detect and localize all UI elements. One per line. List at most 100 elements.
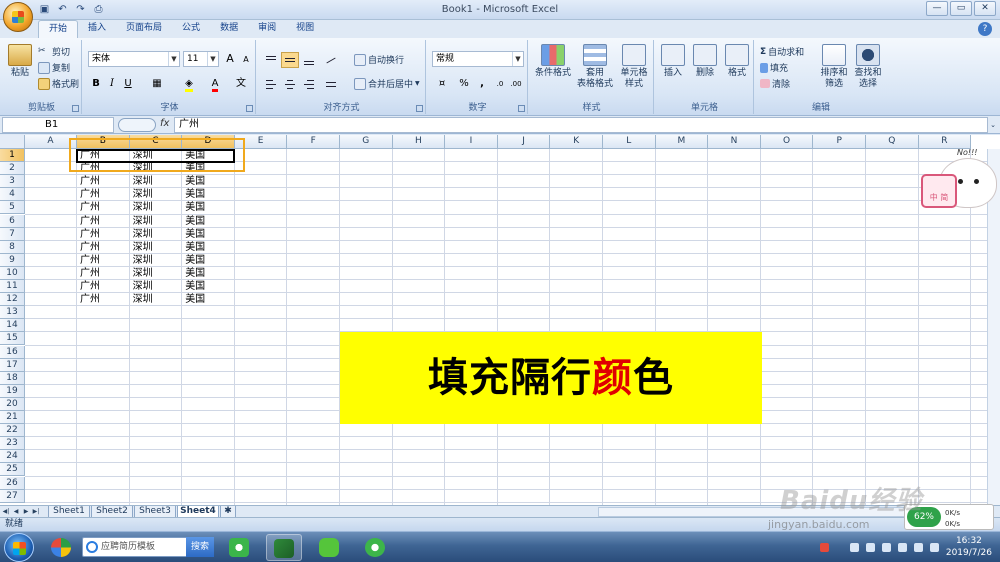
comma-button[interactable]: , (474, 76, 490, 92)
column-header-r[interactable]: R (918, 135, 972, 149)
taskbar-app-browser-2[interactable] (358, 534, 394, 561)
cell-styles-button[interactable]: 单元格 样式 (616, 44, 652, 90)
number-launcher-icon[interactable] (518, 105, 525, 112)
decrease-decimal-icon[interactable]: .00 (508, 76, 524, 92)
cell[interactable]: 美国 (182, 241, 234, 254)
help-icon[interactable]: ? (978, 22, 992, 36)
tab-page-layout[interactable]: 页面布局 (116, 20, 172, 38)
cell[interactable]: 深圳 (130, 188, 182, 201)
paste-button[interactable]: 粘贴 (6, 44, 34, 79)
wrap-text-button[interactable]: 自动换行 (354, 52, 404, 67)
taskbar-app-360[interactable] (222, 534, 258, 561)
row-header[interactable]: 17 (0, 358, 25, 372)
copy-button[interactable]: 复制 (38, 60, 70, 75)
sogou-icon[interactable] (820, 543, 829, 552)
minimize-button[interactable]: — (926, 1, 948, 16)
cell[interactable]: 广州 (77, 280, 129, 293)
first-sheet-icon[interactable]: ◀| (2, 507, 10, 517)
column-header-j[interactable]: J (497, 135, 551, 149)
row-header[interactable]: 25 (0, 463, 25, 477)
cell[interactable]: 广州 (77, 201, 129, 214)
row-header[interactable]: 18 (0, 371, 25, 385)
tab-view[interactable]: 视图 (286, 20, 324, 38)
volume-icon[interactable] (930, 543, 939, 552)
increase-decimal-icon[interactable]: .0 (492, 76, 508, 92)
row-header[interactable]: 27 (0, 489, 25, 503)
cell[interactable]: 深圳 (130, 228, 182, 241)
row-header[interactable]: 23 (0, 437, 25, 451)
column-header-i[interactable]: I (445, 135, 498, 149)
column-header-h[interactable]: H (392, 135, 446, 149)
row-header[interactable]: 9 (0, 253, 25, 267)
align-left-icon[interactable] (262, 76, 280, 92)
cell[interactable]: 广州 (77, 175, 129, 188)
underline-button[interactable]: U (120, 76, 136, 92)
network-icon[interactable] (914, 543, 923, 552)
row-header[interactable]: 19 (0, 384, 25, 398)
currency-button[interactable]: ¤ (432, 76, 452, 92)
name-box[interactable]: B1 (2, 117, 114, 133)
font-name-select[interactable]: 宋体 ▼ (88, 51, 180, 67)
cell[interactable]: 广州 (77, 228, 129, 241)
sort-filter-button[interactable]: 排序和 筛选 (818, 44, 850, 90)
search-button[interactable]: 搜索 (186, 537, 214, 557)
start-button[interactable] (4, 533, 34, 562)
conditional-format-button[interactable]: 条件格式 (532, 44, 574, 79)
last-sheet-icon[interactable]: ▶| (32, 507, 40, 517)
expand-formula-bar-icon[interactable]: ⌄ (988, 118, 998, 132)
row-header[interactable]: 10 (0, 266, 25, 280)
clipboard-launcher-icon[interactable] (72, 105, 79, 112)
taskbar-app-excel[interactable] (266, 534, 302, 561)
align-bottom-icon[interactable] (300, 52, 318, 68)
row-header[interactable]: 2 (0, 162, 25, 176)
merge-center-button[interactable]: 合并后居中 ▼ (354, 76, 420, 91)
tray-icon[interactable] (866, 543, 875, 552)
row-header[interactable]: 26 (0, 476, 25, 490)
align-middle-icon[interactable] (281, 52, 299, 68)
tray-icon[interactable] (898, 543, 907, 552)
cell[interactable]: 美国 (182, 175, 234, 188)
row-header[interactable]: 22 (0, 424, 25, 438)
format-as-table-button[interactable]: 套用 表格格式 (574, 44, 616, 90)
taskbar-app-browser[interactable] (44, 534, 80, 561)
row-header[interactable]: 15 (0, 332, 25, 346)
find-select-button[interactable]: 查找和 选择 (852, 44, 884, 90)
column-header-m[interactable]: M (655, 135, 709, 149)
font-launcher-icon[interactable] (246, 105, 253, 112)
row-header[interactable]: 24 (0, 450, 25, 464)
next-sheet-icon[interactable]: ▶ (22, 507, 30, 517)
align-right-icon[interactable] (300, 76, 318, 92)
column-header-n[interactable]: N (708, 135, 761, 149)
column-header-o[interactable]: O (760, 135, 814, 149)
select-all-corner[interactable] (0, 135, 25, 149)
worksheet-grid[interactable]: ABCDEFGHIJKLMNOPQR 1 2 3 4 5 6 7 8 9 10 11 12 13 14 15… (0, 135, 1000, 505)
prev-sheet-icon[interactable]: ◀ (12, 507, 20, 517)
ime-tag[interactable]: 中 简 (921, 174, 957, 208)
column-header-p[interactable]: P (813, 135, 866, 149)
formula-input[interactable]: 广州 (174, 117, 988, 133)
row-header[interactable]: 11 (0, 280, 25, 293)
column-header-l[interactable]: L (603, 135, 656, 149)
row-header[interactable]: 13 (0, 306, 25, 320)
indent-icon[interactable] (322, 76, 340, 92)
font-size-select[interactable]: 11 ▼ (183, 51, 219, 67)
formula-controls[interactable] (118, 118, 156, 132)
tab-formulas[interactable]: 公式 (172, 20, 210, 38)
cell[interactable]: 深圳 (130, 254, 182, 267)
percent-button[interactable]: % (456, 76, 472, 92)
italic-button[interactable]: I (104, 76, 120, 92)
clear-button[interactable]: 清除 (760, 76, 790, 91)
taskbar-app-wechat[interactable] (312, 534, 348, 561)
cell[interactable]: 美国 (182, 280, 234, 293)
row-header[interactable]: 16 (0, 345, 25, 359)
cell[interactable]: 广州 (77, 267, 129, 280)
alignment-launcher-icon[interactable] (416, 105, 423, 112)
border-button[interactable]: ▦ (146, 76, 168, 92)
font-color-button[interactable]: A (204, 76, 226, 92)
number-format-select[interactable]: 常规 ▼ (432, 51, 524, 67)
orientation-icon[interactable] (322, 52, 340, 68)
row-header[interactable]: 20 (0, 397, 25, 411)
cell[interactable]: 美国 (182, 254, 234, 267)
cell[interactable]: 美国 (182, 267, 234, 280)
fill-color-button[interactable]: ◈ (178, 76, 200, 92)
